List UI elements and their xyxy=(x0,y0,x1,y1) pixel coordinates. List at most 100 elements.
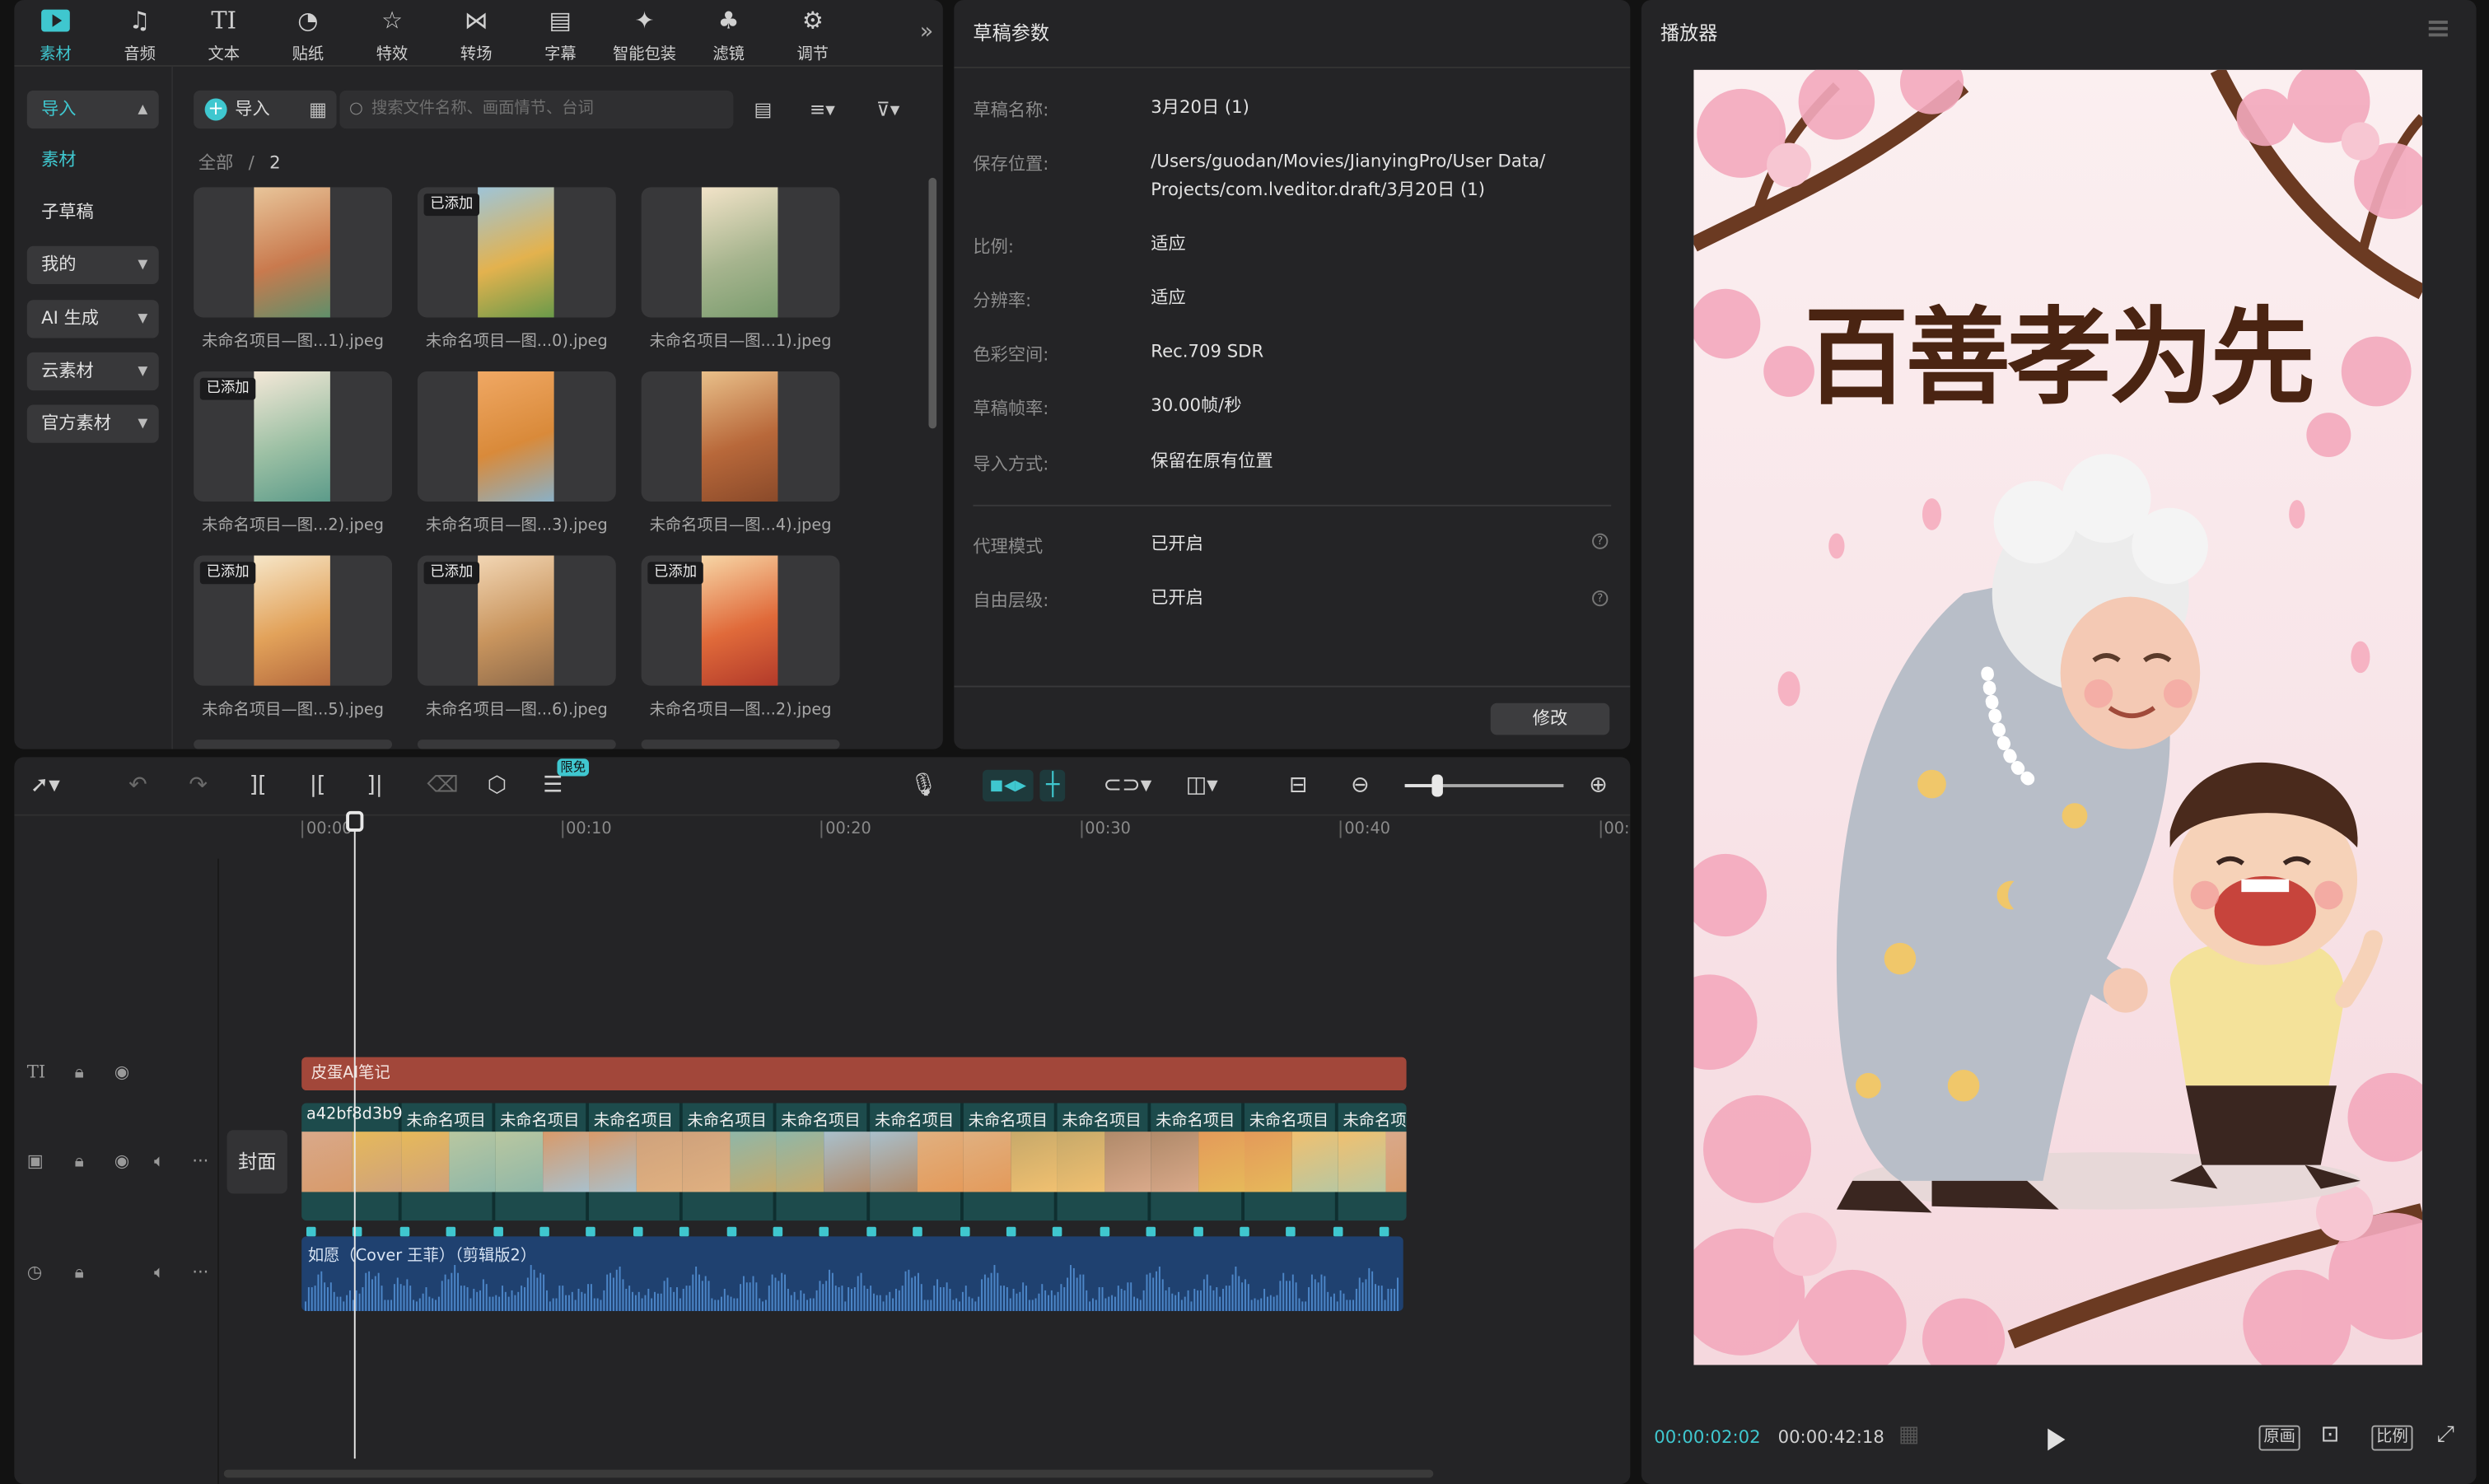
media-scrollbar[interactable] xyxy=(928,177,937,429)
tab-adjust[interactable]: ⚙ 调节 xyxy=(776,5,849,65)
beat-marker[interactable] xyxy=(586,1226,596,1237)
beat-marker[interactable] xyxy=(1100,1226,1109,1237)
video-clip[interactable]: 未命名项目 xyxy=(401,1103,496,1221)
media-item[interactable]: 已添加 xyxy=(417,555,616,686)
sidebar-item-subdraft[interactable]: 子草稿 xyxy=(27,194,159,231)
fullscreen-icon[interactable]: ⤢ xyxy=(2436,1422,2454,1448)
video-clip[interactable]: 未命名项目 xyxy=(1244,1103,1338,1221)
play-button[interactable] xyxy=(2048,1428,2066,1451)
video-clip[interactable]: 未命名项 xyxy=(1338,1103,1407,1220)
volume-icon[interactable]: 🔈︎ xyxy=(154,1146,165,1178)
sidebar-item-cloud[interactable]: 云素材 ▼ xyxy=(26,352,159,391)
fit-timeline-icon[interactable]: ⊟ xyxy=(1289,770,1308,802)
undo-icon[interactable]: ↶ xyxy=(128,770,147,802)
screenshot-icon[interactable]: ⊡ xyxy=(2321,1422,2340,1448)
beat-marker[interactable] xyxy=(1146,1226,1156,1237)
split-left-icon[interactable]: |[ xyxy=(310,770,326,802)
beat-marker[interactable] xyxy=(1286,1226,1296,1237)
sidebar-item-official[interactable]: 官方素材 ▼ xyxy=(26,404,159,443)
beat-marker[interactable] xyxy=(866,1226,876,1237)
redo-icon[interactable]: ↷ xyxy=(189,770,208,802)
video-clip[interactable]: 未命名项目 xyxy=(1151,1103,1245,1221)
media-item[interactable] xyxy=(641,371,840,502)
media-item[interactable] xyxy=(194,740,393,749)
tab-sticker[interactable]: ◔ 贴纸 xyxy=(272,5,345,65)
beat-marker[interactable] xyxy=(539,1226,549,1237)
media-item[interactable] xyxy=(194,187,393,318)
help-icon[interactable]: ? xyxy=(1592,533,1609,549)
grid-icon[interactable]: ▦ xyxy=(309,91,327,128)
video-clip[interactable]: 未命名项目 xyxy=(1057,1103,1151,1221)
import-button[interactable]: + 导入 ▦ xyxy=(194,90,337,129)
tab-filter[interactable]: ♣ 滤镜 xyxy=(692,5,765,65)
beat-marker[interactable] xyxy=(1053,1226,1063,1237)
video-clip[interactable]: a42bf8d3b9 xyxy=(301,1103,403,1221)
microphone-icon[interactable]: 🎙 xyxy=(909,770,937,802)
tab-transition[interactable]: ⋈ 转场 xyxy=(440,5,513,65)
beat-marker[interactable] xyxy=(399,1226,409,1237)
tab-audio[interactable]: ♫ 音频 xyxy=(103,5,176,65)
cover-button[interactable]: 封面 xyxy=(226,1130,287,1194)
eye-icon[interactable]: ◉ xyxy=(114,1146,130,1178)
sort-icon[interactable]: ≡▾ xyxy=(810,91,835,128)
eye-icon[interactable]: ◉ xyxy=(114,1057,130,1090)
video-clip[interactable]: 未命名项目 xyxy=(682,1103,777,1221)
preview-axis-icon[interactable]: ◫▾ xyxy=(1186,770,1218,802)
help-icon[interactable]: ? xyxy=(1592,590,1609,607)
video-clip[interactable]: 未命名项目 xyxy=(870,1103,964,1221)
split-right-icon[interactable]: ]| xyxy=(367,770,383,802)
playhead-handle[interactable] xyxy=(346,810,364,832)
beat-marker[interactable] xyxy=(493,1226,503,1237)
lock-icon[interactable]: 🔒︎ xyxy=(75,1146,84,1178)
link-icon[interactable]: ⊂⊃▾ xyxy=(1103,770,1151,802)
beat-marker[interactable] xyxy=(913,1226,923,1237)
media-item[interactable]: 已添加 xyxy=(641,555,840,686)
lock-icon[interactable]: 🔒︎ xyxy=(75,1257,84,1289)
modify-button[interactable]: 修改 xyxy=(1490,702,1610,735)
more-icon[interactable]: ··· xyxy=(192,1146,208,1178)
timeline-scrollbar[interactable] xyxy=(223,1469,1434,1478)
filter-sort-icon[interactable]: ⊽▾ xyxy=(876,91,900,128)
tab-smart-pack[interactable]: ✦ 智能包装 xyxy=(608,5,681,65)
menu-icon[interactable] xyxy=(2428,21,2448,37)
more-icon[interactable]: ··· xyxy=(192,1257,208,1289)
tab-effects[interactable]: ☆ 特效 xyxy=(356,5,429,65)
sidebar-item-mine[interactable]: 我的 ▼ xyxy=(26,245,159,284)
tab-text[interactable]: TI 文本 xyxy=(187,5,260,65)
beat-marker[interactable] xyxy=(679,1226,689,1237)
delete-icon[interactable]: ⌫ xyxy=(427,770,458,802)
video-clip[interactable]: 未命名项目 xyxy=(495,1103,590,1221)
tab-media[interactable]: 素材 xyxy=(19,5,92,65)
beat-marker[interactable] xyxy=(960,1226,969,1237)
search-input[interactable]: ○ 搜索文件名称、画面情节、台词 xyxy=(339,90,734,129)
ratio-button[interactable]: 比例 xyxy=(2371,1425,2413,1451)
split-icon[interactable]: ][ xyxy=(250,770,267,802)
media-item[interactable] xyxy=(417,371,616,502)
media-item[interactable]: 已添加 xyxy=(194,555,393,686)
auto-snap-icon[interactable]: ┼ xyxy=(1039,769,1067,802)
media-item[interactable]: 已添加 xyxy=(194,371,393,502)
video-clip[interactable]: 未命名项目 xyxy=(963,1103,1058,1221)
zoom-slider[interactable] xyxy=(1404,784,1564,787)
lock-icon[interactable]: 🔒︎ xyxy=(75,1057,84,1090)
sidebar-item-media[interactable]: 素材 xyxy=(27,142,159,180)
layout-view-icon[interactable]: ▤ xyxy=(754,91,772,128)
sidebar-item-ai-generate[interactable]: AI 生成 ▼ xyxy=(26,300,159,338)
volume-icon[interactable]: 🔈︎ xyxy=(154,1257,165,1289)
media-item[interactable] xyxy=(641,187,840,318)
video-preview[interactable]: 百善孝为先 xyxy=(1693,69,2423,1365)
media-item[interactable]: 已添加 xyxy=(417,187,616,318)
zoom-slider-handle[interactable] xyxy=(1431,774,1443,797)
video-clip[interactable]: 未命名项目 xyxy=(589,1103,683,1221)
zoom-out-icon[interactable]: ⊖ xyxy=(1351,770,1370,802)
audio-clip[interactable]: 如愿（Cover 王菲）（剪辑版2） xyxy=(301,1236,1403,1311)
marker-icon[interactable]: ⬡ xyxy=(488,770,507,802)
text-clip[interactable]: 皮蛋AI笔记 xyxy=(301,1057,1407,1091)
video-clip[interactable]: 未命名项目 xyxy=(776,1103,871,1221)
more-tabs-icon[interactable]: » xyxy=(920,19,934,44)
beat-marker[interactable] xyxy=(726,1226,736,1237)
select-tool-icon[interactable]: ➚▾ xyxy=(30,770,60,802)
main-track-magnet-icon[interactable]: ▪◂▸ xyxy=(982,769,1033,802)
media-item[interactable] xyxy=(641,740,840,749)
tab-subtitle[interactable]: ▤ 字幕 xyxy=(524,5,597,65)
